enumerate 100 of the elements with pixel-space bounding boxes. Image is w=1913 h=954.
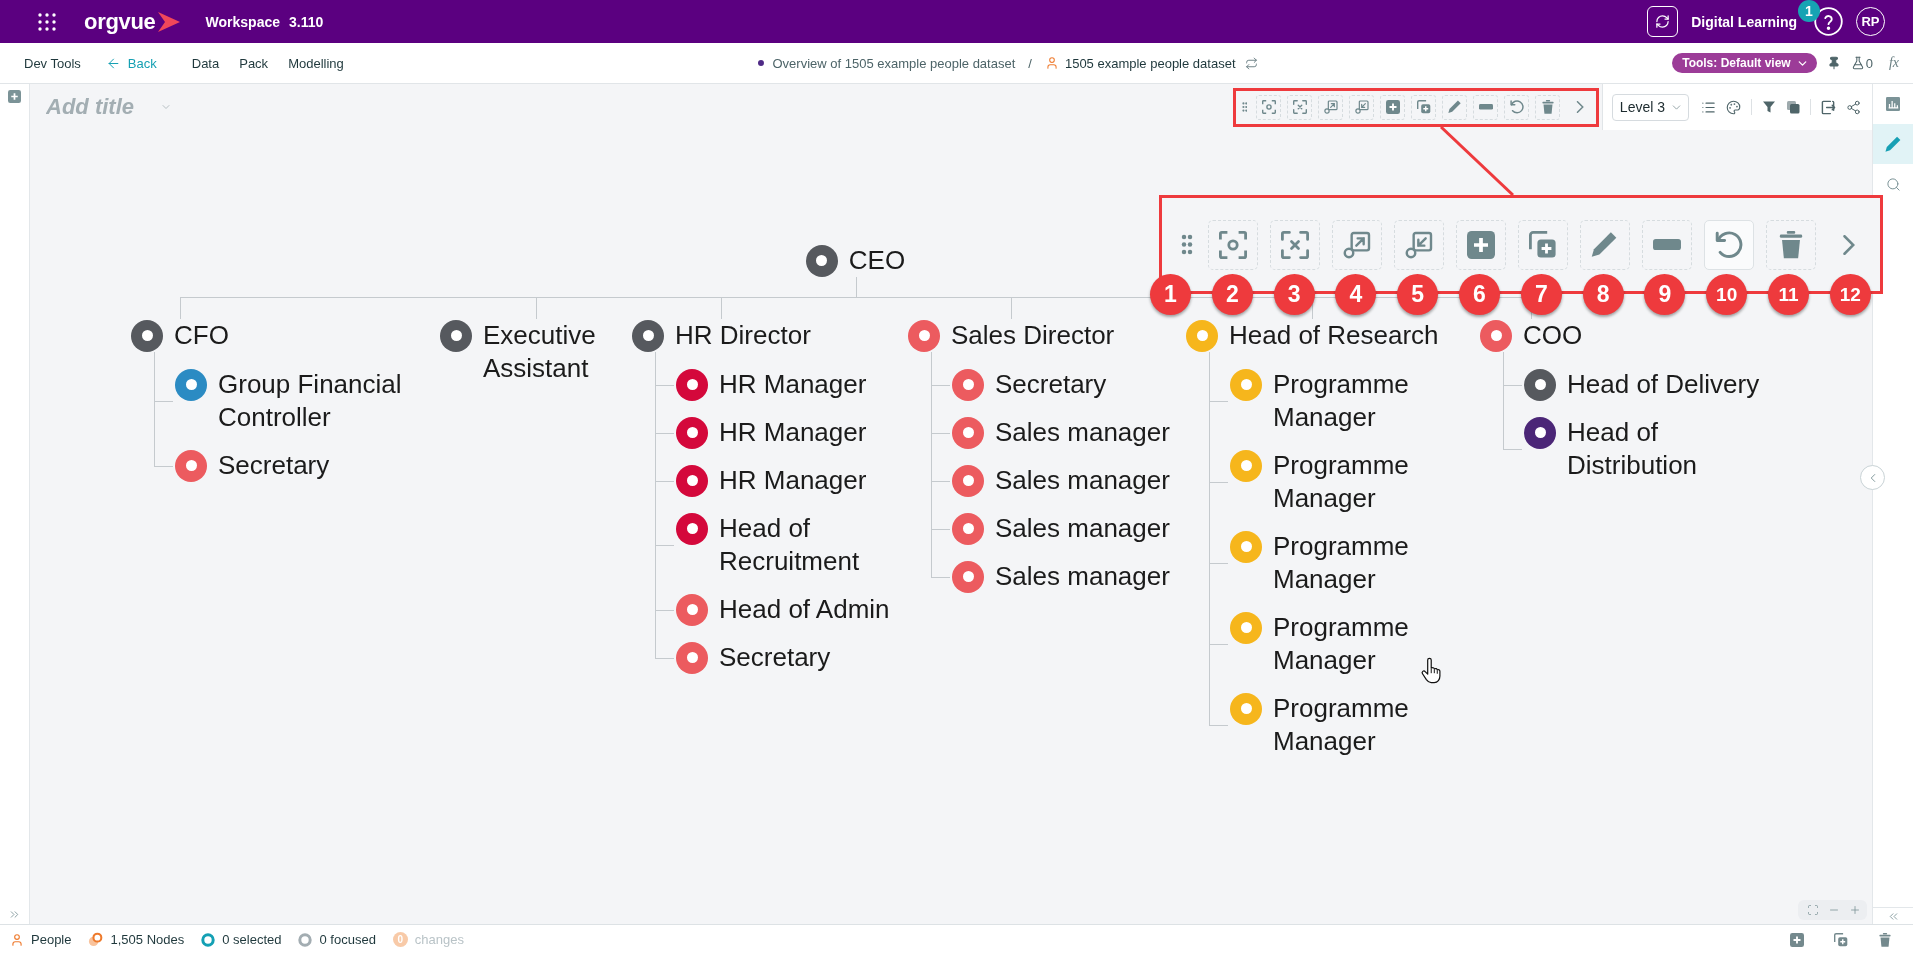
title-field[interactable]: Add title [46,94,146,120]
bar-button[interactable] [1473,94,1499,120]
undo-icon [1715,230,1743,259]
frame-cross-icon [1292,100,1307,114]
duplicate-button[interactable] [1411,94,1437,120]
level-select[interactable]: Level 3 [1611,93,1689,121]
breadcrumb-separator: / [1028,55,1032,71]
nav-link[interactable]: Dev Tools [24,55,81,71]
palette-icon[interactable] [1726,99,1741,115]
workspace-name: Workspace [205,13,280,30]
step-marker: 1 [1150,274,1191,315]
node-label: Head of Research [1229,320,1439,350]
node-label: Programme Manager [1273,450,1409,513]
copy-plus-icon[interactable] [1834,932,1848,947]
version-label: 3.110 [289,13,324,30]
logo-mark-icon [157,11,180,32]
status-text: 0 focused [319,932,376,947]
node-label: Sales manager [995,561,1170,591]
status-text: changes [414,932,464,947]
nav-link[interactable]: Modelling [288,55,344,71]
node-label: Programme Manager [1273,369,1409,432]
clear-focus-button[interactable] [1287,94,1313,120]
layers-icon[interactable] [1786,100,1800,114]
formula-button[interactable]: fx [1886,55,1901,71]
chevron-right-icon[interactable] [1576,101,1584,113]
sync-button[interactable] [1647,6,1679,37]
export-icon[interactable] [1821,99,1836,115]
double-chevron-right-icon[interactable] [8,908,21,921]
nodes-icon [88,932,104,947]
node-label: Sales Director [951,320,1115,350]
share-icon[interactable] [1846,99,1861,115]
collapse-button[interactable] [1349,94,1375,120]
frame-cross-icon [1281,230,1309,259]
trash-icon[interactable] [1878,932,1892,947]
node-label: Head of Distribution [1567,417,1698,480]
focus-button[interactable] [1256,94,1282,120]
flask-button[interactable]: 0 [1850,55,1873,71]
trash-icon [1540,100,1555,114]
plus-square-icon [1467,230,1495,259]
filter-icon[interactable] [1762,100,1776,114]
node-label: Sales manager [995,513,1170,543]
apps-grid-icon[interactable] [38,12,56,31]
bullet-icon [758,60,765,66]
pencil-icon [1591,230,1619,259]
node-label: CEO [848,245,906,275]
plus-square-icon[interactable] [8,90,21,103]
pencil-icon [1884,135,1902,153]
node-label: HR Manager [719,369,867,399]
help-button[interactable] [1814,7,1843,36]
breadcrumb-link[interactable]: 1505 example people dataset [1064,55,1236,71]
bar-icon [1478,104,1493,110]
pencil-icon [1447,100,1462,114]
edit-tool-button[interactable] [1873,124,1913,164]
node-label: HR Manager [719,465,867,495]
node-label: Programme Manager [1273,612,1409,675]
nav-link[interactable]: Data [191,55,220,71]
add-node-button[interactable] [1380,94,1406,120]
focus-frame-icon [1219,230,1247,259]
refresh-icon [1655,14,1671,29]
undo-button[interactable] [1504,94,1530,120]
bar-chart-icon [1886,97,1900,111]
chevron-right-icon [1842,234,1855,255]
person-icon [10,932,24,947]
box-arrow-in-icon [1405,230,1433,259]
changes-count: 0 [392,932,408,947]
tools-view-button[interactable]: Tools: Default view [1672,53,1817,73]
expand-button[interactable] [1318,94,1344,120]
node-label: HR Manager [719,417,867,447]
zoom-in-icon[interactable] [1849,904,1861,916]
status-text: 0 selected [222,932,282,947]
box-arrow-out-icon [1343,230,1371,259]
focus-frame-icon [1261,100,1276,114]
list-icon[interactable] [1701,99,1716,115]
node-label: Head of Delivery [1567,369,1760,399]
box-arrow-in-icon [1354,100,1369,114]
node-label: Programme Manager [1273,693,1409,756]
box-arrow-out-icon [1323,100,1338,114]
drag-handle-icon[interactable] [1241,102,1248,112]
node-label: Secretary [218,450,330,480]
node-label: COO [1523,320,1583,350]
fit-screen-icon[interactable] [1807,904,1819,916]
plus-square-icon[interactable] [1790,932,1804,947]
node-label: Head of Admin [719,594,890,624]
edit-button[interactable] [1442,94,1468,120]
help-icon [1814,7,1843,36]
breadcrumb-link[interactable]: Overview of 1505 example people dataset [772,55,1016,71]
delete-button[interactable] [1535,94,1561,120]
node-label: Sales manager [995,465,1170,495]
copy-plus-icon [1416,100,1431,114]
copy-plus-icon [1529,230,1557,259]
search-icon [1885,176,1901,192]
arrow-left-icon [105,55,121,71]
pin-icon[interactable] [1826,56,1841,70]
status-text: People [31,932,72,947]
node-label: Secretary [719,642,831,672]
nav-link[interactable]: Pack [239,55,269,71]
undo-icon [1509,100,1524,114]
node-label: Programme Manager [1273,531,1409,594]
swap-icon[interactable] [1244,56,1258,70]
node-label: HR Director [675,320,811,350]
